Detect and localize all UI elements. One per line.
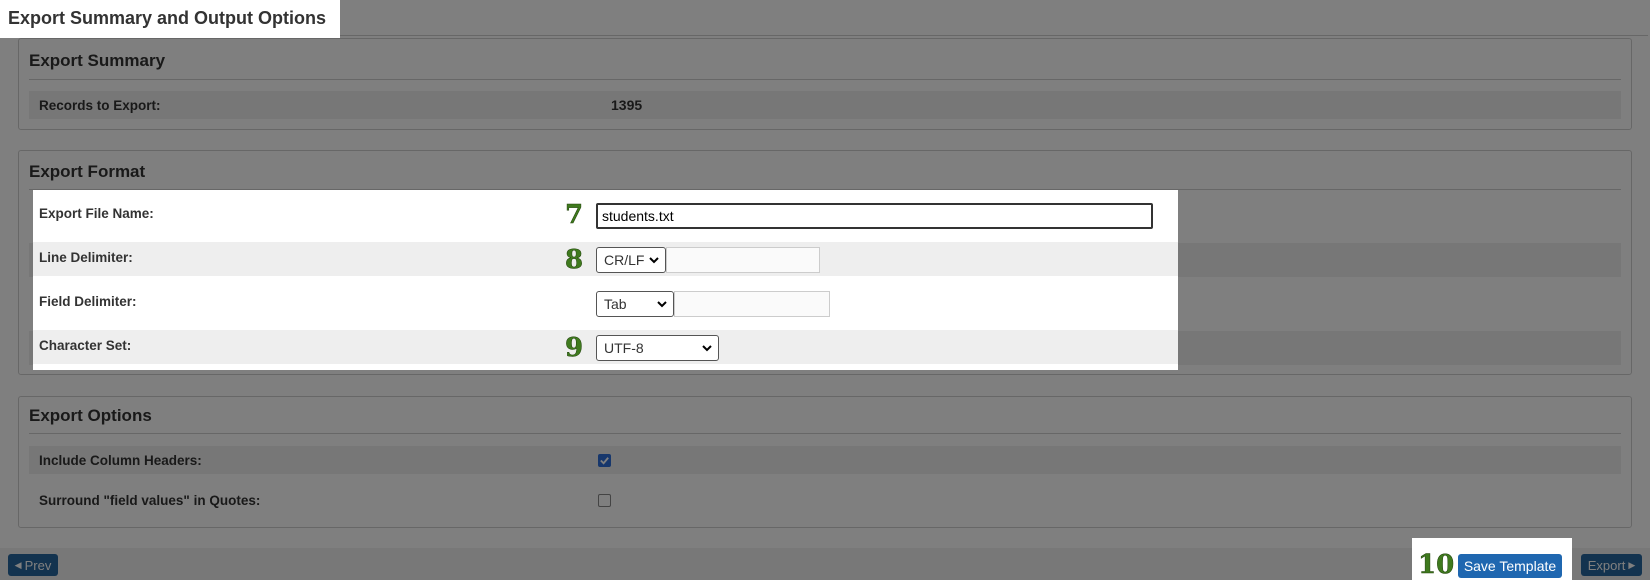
field-delimiter-select[interactable]: Tab xyxy=(596,291,674,317)
export-summary-heading: Export Summary xyxy=(29,51,166,70)
footer-bar xyxy=(0,548,1650,580)
export-options-heading: Export Options xyxy=(29,406,152,425)
export-button[interactable]: Export ▶ xyxy=(1581,554,1642,576)
field-delimiter-custom-input[interactable] xyxy=(674,291,830,317)
caret-left-icon: ◀ xyxy=(14,559,22,570)
file-name-label: Export File Name: xyxy=(39,206,154,221)
prev-button[interactable]: ◀ Prev xyxy=(8,554,58,576)
chevron-down-icon xyxy=(657,301,667,308)
export-summary-section: Export Summary Records to Export: 1395 xyxy=(18,38,1632,130)
save-template-button[interactable]: Save Template xyxy=(1458,554,1562,578)
character-set-select[interactable]: UTF-8 xyxy=(596,335,719,361)
column-headers-label: Include Column Headers: xyxy=(39,453,202,468)
file-name-input[interactable] xyxy=(596,203,1153,229)
field-delimiter-label: Field Delimiter: xyxy=(39,294,137,309)
quotes-label: Surround "field values" in Quotes: xyxy=(39,493,261,508)
field-delimiter-value: Tab xyxy=(604,296,627,312)
chevron-down-icon xyxy=(649,257,659,264)
export-format-heading: Export Format xyxy=(29,162,146,181)
save-focus-panel: 10 Save Template xyxy=(1412,538,1572,580)
step-number-10: 10 xyxy=(1418,550,1455,580)
checkmark-icon xyxy=(600,457,609,465)
character-set-label: Character Set: xyxy=(39,338,132,353)
page-title: Export Summary and Output Options xyxy=(8,8,327,28)
records-value: 1395 xyxy=(611,97,643,113)
line-delimiter-custom-input[interactable] xyxy=(666,247,820,273)
character-set-value: UTF-8 xyxy=(604,340,644,356)
export-options-section: Export Options Include Column Headers: S… xyxy=(18,396,1632,528)
step-number-7: 7 xyxy=(565,200,584,231)
caret-right-icon: ▶ xyxy=(1628,559,1636,570)
format-focus-panel: Export File Name: 7 Line Delimiter: 8 CR… xyxy=(33,190,1178,370)
line-delimiter-select[interactable]: CR/LF xyxy=(596,247,666,273)
column-headers-checkbox[interactable] xyxy=(598,454,611,467)
page-title-area: Export Summary and Output Options xyxy=(0,0,340,38)
line-delimiter-value: CR/LF xyxy=(604,252,645,268)
step-number-8: 8 xyxy=(565,245,584,276)
step-number-9: 9 xyxy=(565,333,584,364)
quotes-checkbox[interactable] xyxy=(598,494,611,507)
chevron-down-icon xyxy=(702,345,712,352)
line-delimiter-label: Line Delimiter: xyxy=(39,250,133,265)
records-label: Records to Export: xyxy=(39,98,161,113)
dim-overlay-top xyxy=(340,0,1650,38)
